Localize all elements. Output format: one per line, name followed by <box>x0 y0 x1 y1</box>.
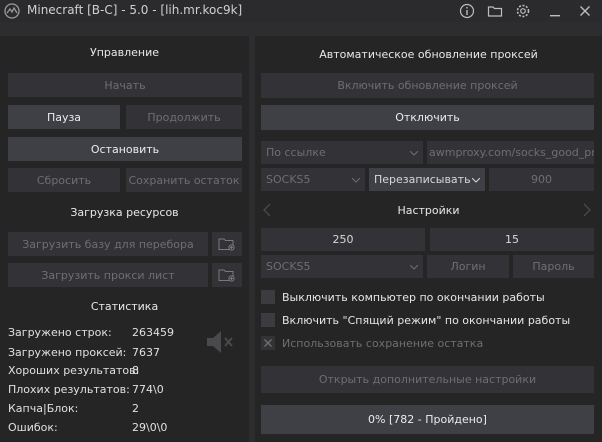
proxy-update-type-value: SOCKS5 <box>266 173 311 186</box>
load-base-folder-button[interactable] <box>212 232 242 256</box>
minimize-icon[interactable] <box>547 3 563 19</box>
load-proxy-folder-button[interactable] <box>212 263 242 287</box>
settings-icon[interactable] <box>515 3 531 19</box>
stat-value: 29\0\0 <box>132 421 168 434</box>
start-button[interactable]: Начать <box>8 73 242 97</box>
chevron-down-icon <box>410 150 418 156</box>
pause-button[interactable]: Пауза <box>8 105 120 129</box>
info-icon[interactable] <box>459 3 475 19</box>
folder-icon[interactable] <box>487 3 503 19</box>
chevron-down-icon <box>472 177 480 183</box>
login-input[interactable]: Логин <box>427 255 509 278</box>
proxy-update-mode-value: Перезаписывать <box>374 173 471 186</box>
stat-value: 7637 <box>132 346 160 359</box>
sleep-checkbox-label: Включить "Спящий режим" по окончании раб… <box>282 314 571 327</box>
chevron-down-icon <box>352 177 360 183</box>
stat-label: Ошибок: <box>8 421 58 434</box>
checkmark-icon <box>264 339 272 347</box>
shutdown-checkbox-label: Выключить компьютер по окончании работы <box>282 291 545 304</box>
chevron-down-icon <box>410 264 418 270</box>
proxy-source-select[interactable]: По ссылке <box>261 141 423 164</box>
sleep-checkbox[interactable] <box>261 313 275 327</box>
window-title: Minecraft [B-C] - 5.0 - [lih.mr.koc9k] <box>27 3 243 17</box>
proxy-update-title: Автоматическое обновление проксей <box>319 48 538 61</box>
save-rest-checkbox-label: Использовать сохранение остатка <box>282 337 484 350</box>
stat-label: Загружено строк: <box>8 326 112 339</box>
password-input[interactable]: Пароль <box>513 255 594 278</box>
close-icon[interactable] <box>577 3 593 19</box>
load-base-button[interactable]: Загрузить базу для перебора <box>8 232 208 256</box>
timeout-input[interactable]: 15 <box>430 228 594 251</box>
proxy-update-type-select[interactable]: SOCKS5 <box>261 168 365 191</box>
shutdown-checkbox[interactable] <box>261 290 275 304</box>
control-title: Управление <box>89 46 159 59</box>
load-proxy-button[interactable]: Загрузить прокси лист <box>8 263 208 287</box>
proxy-source-value: По ссылке <box>266 146 326 159</box>
enable-proxy-update-button[interactable]: Включить обновление проксей <box>261 73 594 98</box>
threads-input[interactable]: 250 <box>261 228 425 251</box>
folder-add-icon <box>218 269 235 282</box>
proxy-url-input[interactable]: awmproxy.com/socks_good_pro <box>427 141 594 164</box>
settings-title: Настройки <box>397 204 460 217</box>
stat-label: Капча|Блок: <box>8 402 79 415</box>
progress-text: 0% [782 - Пройдено] <box>368 413 487 426</box>
sound-muted-icon[interactable] <box>205 329 235 355</box>
resources-title: Загрузка ресурсов <box>70 206 179 219</box>
stat-value: 2 <box>132 402 139 415</box>
logo-icon <box>4 3 20 19</box>
resume-button[interactable]: Продолжить <box>126 105 242 129</box>
proxy-update-interval-input[interactable]: 900 <box>489 168 594 191</box>
title-bar: Minecraft [B-C] - 5.0 - [lih.mr.koc9k] <box>0 0 602 22</box>
open-more-settings-button[interactable]: Открыть дополнительные настройки <box>261 366 594 393</box>
proxy-type-select[interactable]: SOCKS5 <box>261 255 423 278</box>
reset-button[interactable]: Сбросить <box>8 168 120 192</box>
proxy-type-value: SOCKS5 <box>266 260 311 273</box>
stat-value: 774\0 <box>132 383 164 396</box>
stat-label: Хороших результатов: <box>8 364 140 377</box>
proxy-update-mode-select[interactable]: Перезаписывать <box>369 168 485 191</box>
folder-add-icon <box>218 238 235 251</box>
progress-bar: 0% [782 - Пройдено] <box>261 405 594 434</box>
stop-button[interactable]: Остановить <box>8 137 242 161</box>
stats-title: Статистика <box>90 300 159 313</box>
stat-value: 8 <box>132 364 139 377</box>
save-rest-button[interactable]: Сохранить остаток <box>126 168 242 192</box>
stat-label: Загружено проксей: <box>8 346 127 359</box>
disable-proxy-update-button[interactable]: Отключить <box>261 105 594 130</box>
save-rest-checkbox[interactable] <box>261 336 275 350</box>
stat-value: 263459 <box>132 326 174 339</box>
stat-label: Плохих результатов: <box>8 383 130 396</box>
chevron-right-icon[interactable] <box>583 203 591 217</box>
